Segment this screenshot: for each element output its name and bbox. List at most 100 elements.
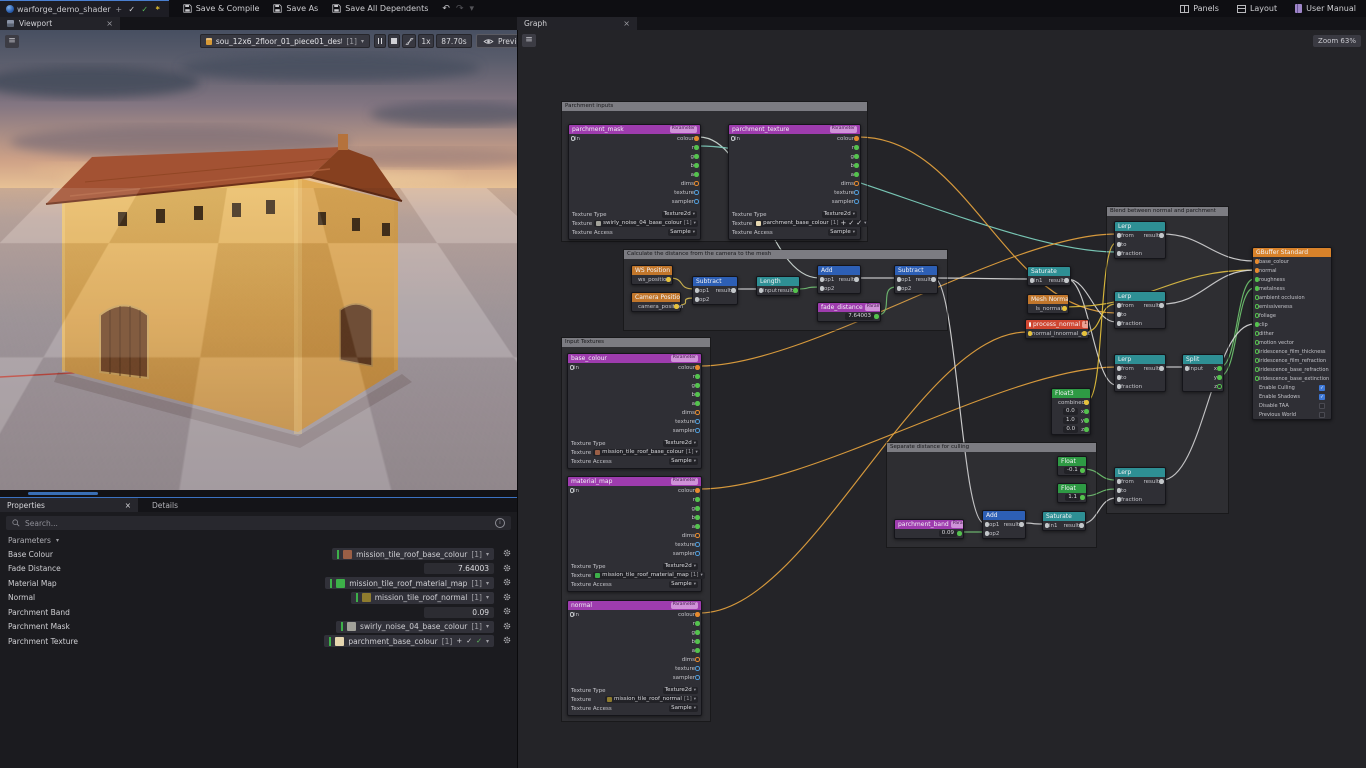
texture-dropdown[interactable]: swirly_noise_04_base_colour[1]▾ (336, 621, 494, 633)
port-g[interactable] (1080, 468, 1085, 473)
port-g[interactable] (793, 288, 798, 293)
check-icon[interactable]: ✓ (466, 637, 472, 645)
shader-tab[interactable]: warforge_demo_shader + ✓ ✓ * (0, 0, 169, 17)
port-w[interactable] (820, 277, 825, 282)
port-w[interactable] (1030, 278, 1035, 283)
port-w[interactable] (1117, 312, 1122, 317)
port-w[interactable] (897, 286, 902, 291)
port-g[interactable] (1255, 295, 1260, 300)
check-icon[interactable]: ✓ (476, 637, 482, 645)
close-icon[interactable]: × (125, 501, 131, 510)
tab-properties[interactable]: Properties × (0, 498, 138, 512)
port-w[interactable] (854, 277, 859, 282)
value-field[interactable]: 0.0 (1063, 426, 1078, 433)
node-process-normal[interactable]: process_normal1normal_innormal_out (1025, 319, 1089, 339)
port-b[interactable] (694, 199, 699, 204)
texture-dropdown[interactable]: parchment_base_colour[1]+✓✓▾ (324, 635, 494, 647)
texture-dropdown[interactable]: mission_tile_roof_material_map[1]▾ (325, 577, 494, 589)
field-extra-icon[interactable]: ✓ (856, 220, 862, 227)
field-extra-icon[interactable]: + (840, 220, 846, 227)
value-field[interactable]: 0.09 (939, 530, 957, 537)
panels-button[interactable]: Panels (1180, 4, 1219, 13)
port-b[interactable] (695, 551, 700, 556)
node-parchment-band[interactable]: parchment_bandParameter0.09 (894, 519, 964, 539)
port-g[interactable] (854, 172, 859, 177)
save-all-dependents-button[interactable]: Save All Dependents (332, 4, 428, 13)
port-g[interactable] (695, 392, 700, 397)
value-field[interactable]: 1.1 (1065, 494, 1080, 501)
port-b[interactable] (695, 675, 700, 680)
port-b[interactable] (695, 419, 700, 424)
field-dropdown[interactable]: Texture2d▾ (663, 440, 698, 447)
playback-speed[interactable]: 1x (418, 34, 434, 48)
texture-dropdown[interactable]: mission_tile_roof_base_colour[1]▾ (332, 548, 494, 560)
port-w[interactable] (731, 288, 736, 293)
gear-icon[interactable] (503, 607, 511, 617)
port-g[interactable] (1255, 286, 1260, 291)
port-g[interactable] (695, 515, 700, 520)
node-add-1[interactable]: Addop1resultop2 (817, 265, 861, 294)
port-g[interactable] (695, 401, 700, 406)
port-w[interactable] (1117, 497, 1122, 502)
user-manual-button[interactable]: User Manual (1295, 4, 1356, 13)
value-field[interactable]: 1.0 (1063, 417, 1078, 424)
port-g[interactable] (1255, 277, 1260, 282)
field-dropdown[interactable]: Sample▾ (669, 458, 698, 465)
viewport-3d[interactable]: ≡ sou_12x6_2floor_01_piece01_destruct01 … (0, 30, 517, 490)
port-g[interactable] (1084, 409, 1089, 414)
field-dropdown[interactable]: Sample▾ (669, 705, 698, 712)
port-g[interactable] (695, 648, 700, 653)
port-g[interactable] (854, 154, 859, 159)
star-icon[interactable]: * (153, 5, 163, 14)
node-parchment-mask[interactable]: parchment_maskParameterincolourrgbadimst… (568, 124, 701, 240)
field-dropdown[interactable]: mission_tile_roof_normal[1]▾ (605, 696, 698, 703)
pause-button[interactable] (374, 34, 386, 48)
field-dropdown[interactable]: mission_tile_roof_base_colour[1]▾ (593, 449, 700, 456)
port-g[interactable] (1255, 349, 1260, 354)
port-w[interactable] (1117, 479, 1122, 484)
graph-canvas[interactable]: Parchment inputsCalculate the distance f… (517, 30, 1366, 768)
field-dropdown[interactable]: Sample▾ (828, 229, 857, 236)
port-w[interactable] (897, 277, 902, 282)
port-g[interactable] (695, 374, 700, 379)
port-o[interactable] (695, 365, 700, 370)
node-subtract-1[interactable]: Subtractop1resultop2 (692, 276, 738, 305)
port-o[interactable] (695, 612, 700, 617)
node-camera-position[interactable]: Camera Positioncamera_position (631, 292, 681, 312)
port-y[interactable] (666, 277, 671, 282)
port-g[interactable] (1084, 418, 1089, 423)
checkbox[interactable] (1319, 412, 1325, 418)
port-g[interactable] (695, 630, 700, 635)
port-w[interactable] (570, 365, 575, 370)
port-w[interactable] (1117, 384, 1122, 389)
node-lerp-4[interactable]: Lerpfromresulttofraction (1114, 467, 1166, 505)
field-dropdown[interactable]: Texture2d▾ (662, 211, 697, 218)
history-caret-icon[interactable]: ▾ (470, 4, 475, 14)
port-b[interactable] (854, 199, 859, 204)
port-g[interactable] (854, 163, 859, 168)
node-saturate-2[interactable]: Saturatein1result (1042, 511, 1086, 531)
save-as-button[interactable]: Save As (273, 4, 318, 13)
port-g[interactable] (1080, 495, 1085, 500)
node-add-2[interactable]: Addop1resultop2 (982, 510, 1026, 539)
port-g[interactable] (1255, 358, 1260, 363)
port-y[interactable] (1062, 306, 1067, 311)
port-b[interactable] (695, 428, 700, 433)
field-dropdown[interactable]: parchment_base_colour[1]+✓✓▾ (754, 220, 868, 227)
field-dropdown[interactable]: Sample▾ (668, 229, 697, 236)
parameter-value[interactable]: parchment_base_colour[1]+✓✓▾ (324, 635, 511, 647)
port-g[interactable] (695, 621, 700, 626)
port-o[interactable] (695, 410, 700, 415)
graph-menu-icon[interactable]: ≡ (522, 34, 536, 47)
node-lerp-3[interactable]: Lerpfromresulttofraction (1114, 354, 1166, 392)
node-subtract-2[interactable]: Subtractop1resultop2 (894, 265, 938, 294)
scrollbar-handle[interactable] (28, 492, 98, 495)
tab-viewport[interactable]: Viewport × (0, 17, 120, 30)
port-w[interactable] (695, 288, 700, 293)
port-o[interactable] (694, 136, 699, 141)
save-compile-button[interactable]: Save & Compile (183, 4, 260, 13)
port-g[interactable] (1255, 340, 1260, 345)
gear-icon[interactable] (503, 564, 511, 574)
node-base-colour[interactable]: base_colourParameterincolourrgbadimstext… (567, 353, 702, 469)
port-g[interactable] (695, 506, 700, 511)
